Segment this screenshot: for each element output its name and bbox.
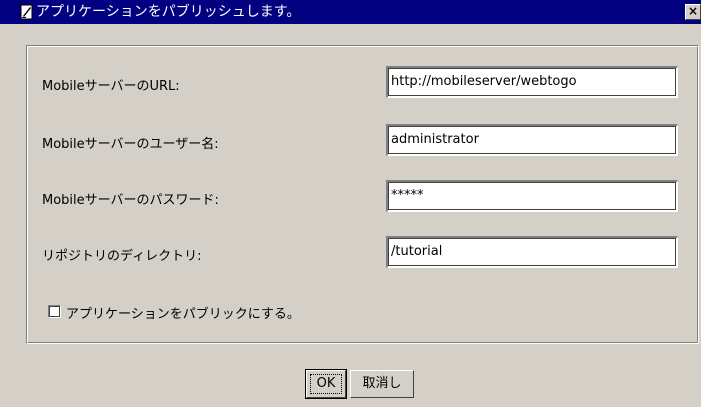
repository-directory-input[interactable]: /tutorial: [386, 236, 678, 268]
server-url-label: MobileサーバーのURL:: [42, 79, 180, 94]
window-title: アプリケーションをパブリッシュします。: [36, 4, 301, 20]
public-checkbox[interactable]: [48, 305, 61, 318]
document-icon: [20, 4, 33, 20]
title-bar[interactable]: アプリケーションをパブリッシュします。 ×: [0, 0, 701, 24]
close-icon: ×: [687, 4, 699, 18]
public-checkbox-label[interactable]: アプリケーションをパブリックにする。: [66, 303, 300, 322]
cancel-button-label: 取消し: [362, 376, 402, 391]
ok-button[interactable]: OK: [305, 369, 347, 399]
ok-button-label: OK: [316, 376, 336, 391]
password-input[interactable]: *****: [386, 180, 678, 212]
publish-dialog: アプリケーションをパブリッシュします。 × MobileサーバーのURL: ht…: [0, 0, 701, 407]
server-url-input[interactable]: http://mobileserver/webtogo: [386, 66, 678, 98]
cancel-button[interactable]: 取消し: [350, 370, 414, 398]
username-input[interactable]: administrator: [386, 124, 678, 156]
repository-directory-label: リポジトリのディレクトリ:: [42, 249, 202, 264]
password-label: Mobileサーバーのパスワード:: [42, 193, 219, 208]
close-button[interactable]: ×: [685, 4, 701, 20]
username-label: Mobileサーバーのユーザー名:: [42, 137, 219, 152]
